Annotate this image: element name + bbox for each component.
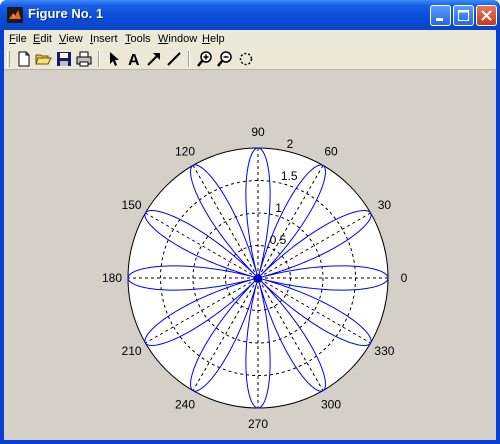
- toolbar-separator: [98, 51, 100, 67]
- save-icon[interactable]: [55, 50, 73, 68]
- maximize-button[interactable]: [453, 5, 474, 26]
- angle-tick-label: 150: [122, 198, 142, 212]
- angle-tick-label: 0: [401, 271, 408, 285]
- zoom-in-icon[interactable]: [196, 50, 214, 68]
- radial-tick-label: 0.5: [270, 233, 287, 247]
- matlab-icon: [7, 7, 23, 23]
- new-file-icon[interactable]: [15, 50, 33, 68]
- angle-tick-label: 300: [321, 397, 341, 411]
- title-bar[interactable]: Figure No. 1: [0, 0, 500, 30]
- menu-window[interactable]: Window: [158, 33, 197, 45]
- zoom-out-icon[interactable]: [216, 50, 234, 68]
- menu-tools[interactable]: Tools: [125, 33, 151, 45]
- radial-tick-label: 1: [275, 201, 282, 215]
- angle-tick-label: 30: [378, 198, 392, 212]
- angle-tick-label: 330: [374, 344, 394, 358]
- window-title: Figure No. 1: [28, 6, 104, 21]
- figure-window: Figure No. 1 File Edit View Insert Tools…: [0, 0, 500, 444]
- menu-file[interactable]: File: [9, 33, 27, 45]
- radial-tick-label: 2: [287, 137, 294, 151]
- insert-line-icon[interactable]: [165, 50, 183, 68]
- print-icon[interactable]: [75, 50, 93, 68]
- radial-tick-label: 1.5: [281, 169, 298, 183]
- maximize-icon: [458, 10, 469, 21]
- angle-tick-label: 180: [102, 271, 122, 285]
- menu-bar: File Edit View Insert Tools Window Help: [4, 30, 496, 49]
- close-icon: [481, 10, 492, 21]
- angle-tick-label: 90: [251, 125, 265, 139]
- menu-view[interactable]: View: [59, 33, 83, 45]
- open-folder-icon[interactable]: [35, 50, 53, 68]
- angle-tick-label: 240: [175, 397, 195, 411]
- menu-insert[interactable]: Insert: [90, 33, 118, 45]
- window-client-area: File Edit View Insert Tools Window Help: [4, 30, 496, 440]
- figure-toolbar: A: [4, 49, 496, 70]
- menu-help[interactable]: Help: [202, 33, 225, 45]
- angle-tick-label: 60: [324, 145, 338, 159]
- rotate-icon[interactable]: [237, 50, 255, 68]
- toolbar-gripper[interactable]: [7, 51, 10, 67]
- minimize-button[interactable]: [430, 5, 451, 26]
- insert-arrow-icon[interactable]: [145, 50, 163, 68]
- arrow-select-icon[interactable]: [105, 50, 123, 68]
- menu-edit[interactable]: Edit: [33, 33, 52, 45]
- insert-text-icon[interactable]: A: [125, 50, 143, 68]
- minimize-icon: [436, 18, 443, 21]
- close-button[interactable]: [476, 5, 497, 26]
- angle-tick-label: 210: [122, 344, 142, 358]
- svg-text:A: A: [128, 52, 140, 68]
- angle-tick-label: 270: [248, 417, 268, 431]
- angle-tick-label: 120: [175, 145, 195, 159]
- polar-plot: 0 30 60 90 120 150 180 210 240 270 300 330 0.5 1 1.5 2: [102, 125, 408, 431]
- toolbar-separator: [188, 51, 190, 67]
